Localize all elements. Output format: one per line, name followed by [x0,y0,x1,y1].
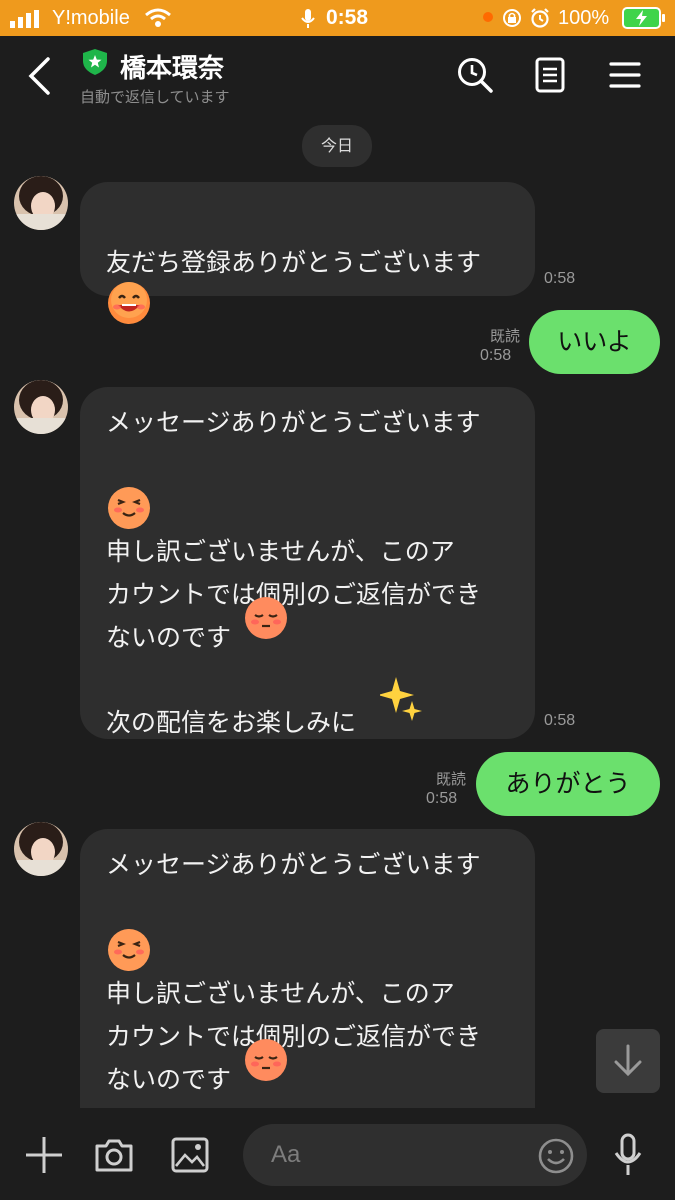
auto-reply-status: 自動で返信しています [80,88,230,106]
message-text: ないのです [106,623,232,652]
signal-icon [10,10,39,28]
sparkles-emoji-icon [378,675,422,729]
message-time: 0:58 [480,347,512,364]
alarm-icon [531,8,549,28]
blushing-face-emoji-icon [106,442,152,544]
status-bar: Y!mobile 0:58 100% [0,0,675,36]
rotation-lock-icon [503,9,521,27]
microphone-in-use-icon [301,9,315,28]
message-text: ないのです [106,1065,232,1094]
message-text: 次の配信をお楽しみに [106,708,357,737]
message-text: メッセージありがとうございます [106,850,481,879]
back-arrow-icon[interactable] [26,56,52,96]
incoming-message: メッセージありがとうございます 申し訳ございませんが、このア カウントでは個別の… [80,387,535,739]
message-time: 0:58 [544,712,576,729]
message-text: 申し訳ございませんが、このア [106,537,455,566]
avatar[interactable] [14,380,68,434]
message-text: カウントでは個別のご返信ができ [106,1022,482,1051]
battery-percent: 100% [558,7,610,29]
chat-area[interactable]: 今日 友だち登録ありがとうございます 0:58 既読 0:58 いいよ メッセー… [0,114,675,1108]
scroll-to-bottom-button[interactable] [596,1029,660,1093]
search-icon[interactable] [456,56,494,94]
date-separator: 今日 [302,125,372,167]
message-text: メッセージありがとうございます [106,408,481,437]
emoji-icon[interactable] [537,1137,575,1175]
plus-icon[interactable] [24,1135,64,1175]
read-receipt: 既読 [489,328,520,345]
wifi-icon [145,8,171,27]
avatar[interactable] [14,822,68,876]
message-text: 申し訳ございませんが、このア [106,979,455,1008]
image-icon[interactable] [170,1136,210,1174]
grinning-face-emoji-icon [106,237,152,339]
clock-time: 0:58 [326,6,369,29]
camera-icon[interactable] [94,1137,134,1173]
outgoing-message: ありがとう [476,752,660,816]
message-input[interactable] [243,1124,587,1186]
read-receipt: 既読 [435,771,466,788]
incoming-message: メッセージありがとうございます 申し訳ございませんが、このア カウントでは個別の… [80,829,535,1108]
incoming-message: 友だち登録ありがとうございます [80,182,535,324]
battery-charging-icon [622,7,665,29]
pensive-face-emoji-icon [243,1037,289,1087]
menu-icon[interactable] [609,61,641,89]
carrier-label: Y!mobile [52,7,130,29]
recording-dot-icon [483,12,493,22]
message-text: カウントでは個別のご返信ができ [106,580,482,609]
official-account-badge-icon [83,49,107,75]
pensive-face-emoji-icon [243,595,289,645]
message-text: 友だち登録ありがとうございます [106,248,482,277]
outgoing-message: いいよ [529,310,660,374]
notes-icon[interactable] [535,57,565,93]
message-time: 0:58 [544,270,576,287]
microphone-icon[interactable] [612,1133,644,1177]
message-time: 0:58 [426,790,458,807]
contact-name[interactable]: 橋本環奈 [120,48,224,85]
arrow-down-icon [614,1044,642,1077]
avatar[interactable] [14,176,68,230]
blushing-face-emoji-icon [106,884,152,986]
